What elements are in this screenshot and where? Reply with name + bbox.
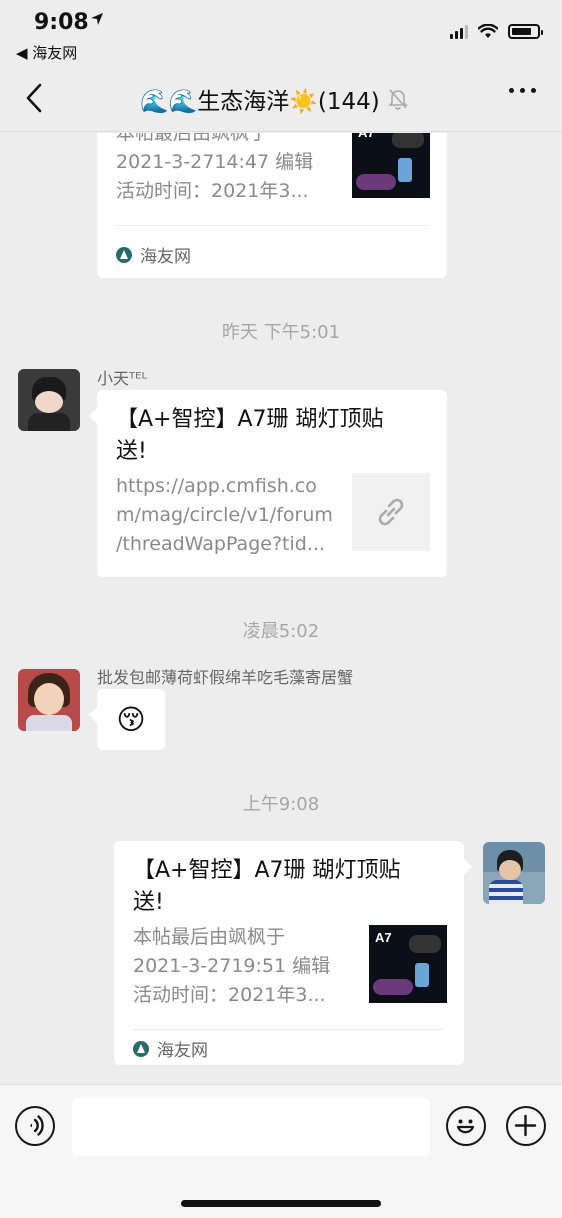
card-source: 海友网	[116, 242, 191, 267]
chat-title: 🌊🌊生态海洋☀️(144)	[140, 89, 380, 115]
message-timestamp: 凌晨5:02	[242, 621, 320, 642]
cellular-signal-icon	[450, 24, 468, 39]
location-arrow-icon	[91, 13, 103, 25]
avatar[interactable]	[18, 369, 80, 431]
link-icon	[378, 498, 404, 526]
card-url-line: /threadWapPage?tid...	[116, 533, 325, 555]
add-attachment-button[interactable]	[506, 1106, 546, 1146]
shared-post-card[interactable]: 【A+智控】A7珊 瑚灯顶贴 送! 本帖最后由飒枫于 2021-3-2719:5…	[114, 841, 472, 1065]
emoji-kissing-icon: 😚	[116, 703, 146, 736]
card-url-line: m/mag/circle/v1/forum	[116, 504, 333, 526]
chat-header: 🌊🌊生态海洋☀️(144)	[0, 64, 562, 132]
card-desc-line: 本帖最后由飒枫于	[116, 133, 269, 144]
avatar[interactable]	[18, 669, 80, 731]
card-desc-line: 本帖最后由飒枫于	[133, 926, 286, 948]
message-timestamp: 昨天 下午5:01	[221, 322, 341, 343]
battery-icon	[508, 24, 543, 39]
back-button[interactable]	[20, 80, 50, 116]
source-logo-icon	[133, 1040, 149, 1057]
home-indicator[interactable]	[181, 1200, 381, 1207]
mute-bell-icon	[387, 89, 408, 110]
post-thumbnail: A7	[369, 925, 447, 1003]
card-desc-line: 活动时间：2021年3...	[116, 180, 309, 202]
message-input[interactable]	[72, 1098, 430, 1156]
card-title-line: 【A+智控】A7珊 瑚灯顶贴	[116, 407, 384, 432]
card-source: 海友网	[133, 1036, 208, 1061]
shared-post-card[interactable]: 本帖最后由飒枫于 2021-3-2714:47 编辑 活动时间：2021年3..…	[97, 133, 447, 278]
thumbnail-label: A7	[375, 930, 392, 945]
more-options-button[interactable]	[509, 88, 536, 93]
message-list[interactable]: 本帖最后由飒枫于 2021-3-2714:47 编辑 活动时间：2021年3..…	[0, 133, 562, 1083]
card-title-line: 送!	[116, 439, 147, 464]
voice-icon	[30, 1115, 44, 1136]
card-url-line: https://app.cmfish.co	[116, 475, 317, 497]
input-bar	[0, 1084, 562, 1218]
link-card[interactable]: 【A+智控】A7珊 瑚灯顶贴 送! https://app.cmfish.co …	[89, 390, 447, 577]
source-logo-icon	[116, 246, 132, 263]
avatar[interactable]	[483, 842, 545, 904]
plus-icon	[514, 1114, 537, 1137]
thumbnail-label: A7	[358, 133, 375, 140]
status-bar: 9:08 ◀ 海友网	[0, 0, 562, 64]
emoji-message-bubble[interactable]: 😚	[89, 689, 165, 750]
source-label: 海友网	[140, 247, 191, 267]
card-desc-line: 2021-3-2714:47 编辑	[116, 151, 314, 173]
back-to-app-link[interactable]: ◀ 海友网	[16, 42, 77, 63]
card-desc-line: 活动时间：2021年3...	[133, 984, 326, 1006]
voice-input-button[interactable]	[15, 1106, 55, 1146]
post-thumbnail: A7	[352, 133, 430, 198]
source-label: 海友网	[157, 1041, 208, 1061]
card-desc-line: 2021-3-2719:51 编辑	[133, 955, 331, 977]
wifi-icon	[478, 24, 498, 38]
card-title-line: 送!	[133, 890, 164, 915]
link-thumbnail	[352, 473, 430, 551]
message-timestamp: 上午9:08	[242, 794, 320, 815]
emoji-icon	[456, 1119, 475, 1134]
sender-name: 小天ᵀᴱᴸ	[97, 369, 148, 388]
sender-name: 批发包邮薄荷虾假绵羊吃毛藻寄居蟹	[97, 668, 354, 687]
status-time: 9:08	[34, 10, 89, 35]
card-title-line: 【A+智控】A7珊 瑚灯顶贴	[133, 858, 401, 883]
emoji-button[interactable]	[446, 1106, 486, 1146]
